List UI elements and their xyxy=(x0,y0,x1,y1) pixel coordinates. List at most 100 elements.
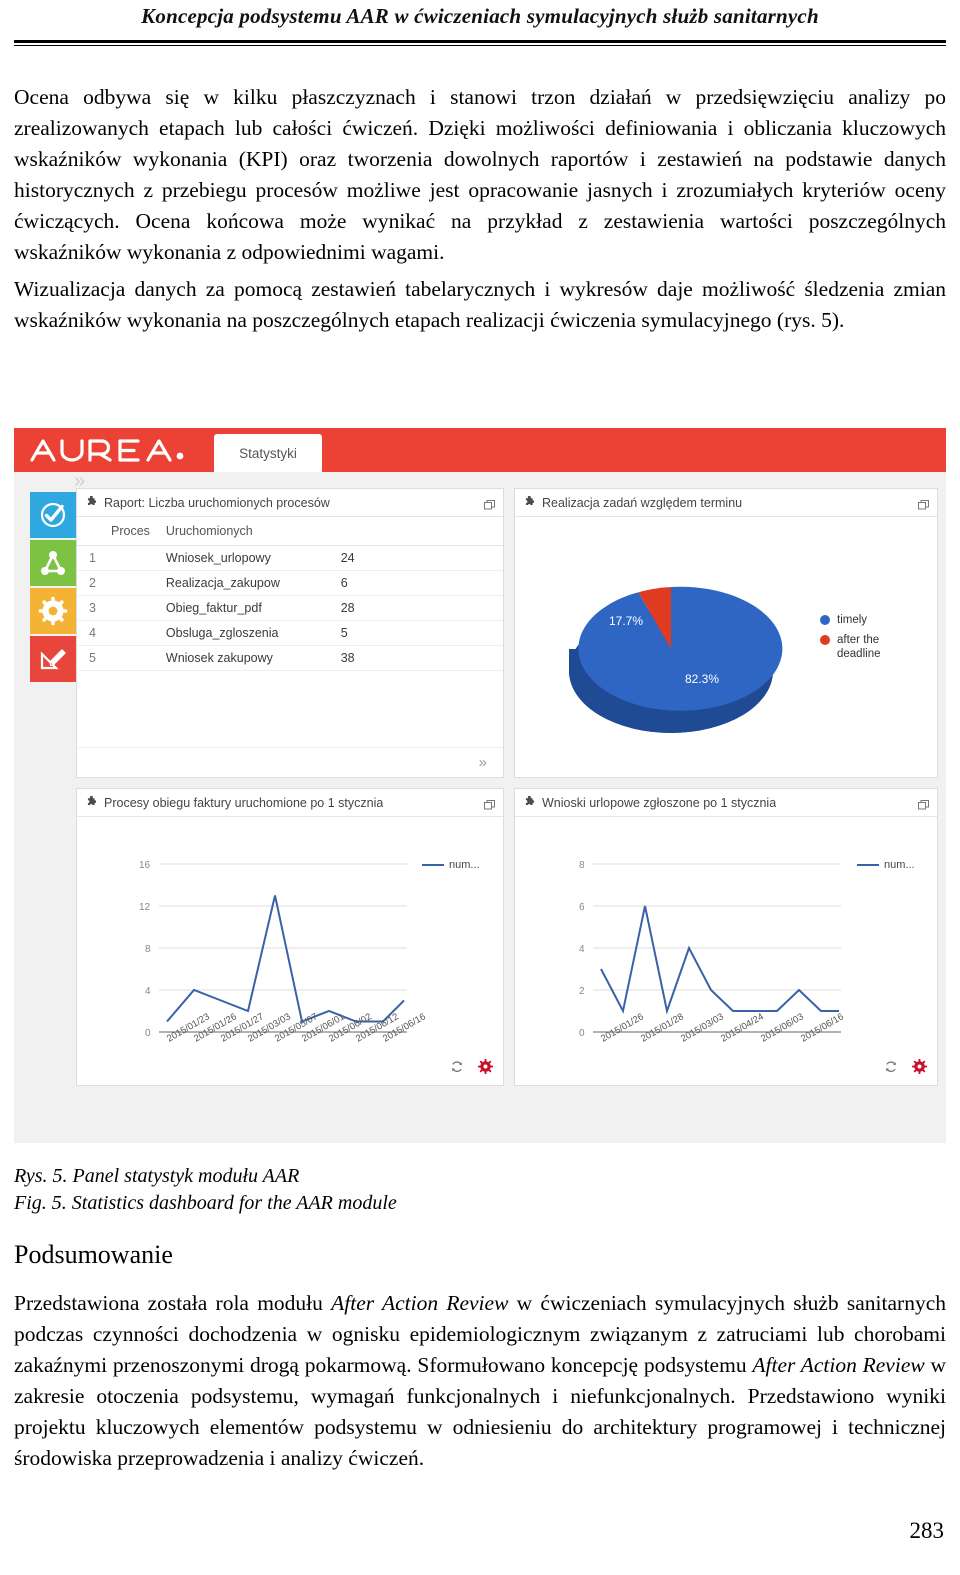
svg-text:0: 0 xyxy=(145,1028,151,1039)
settings-gear-icon xyxy=(38,596,68,626)
panel-body: 16 12 8 4 0 2015/01/23 2015/01/26 2015/0… xyxy=(77,817,503,1085)
legend-swatch-blue xyxy=(820,615,830,625)
svg-text:0: 0 xyxy=(579,1028,585,1039)
panel-pie-chart: Realizacja zadań względem terminu 17.7% … xyxy=(514,488,938,778)
svg-text:4: 4 xyxy=(579,944,585,955)
settings-gear-icon[interactable] xyxy=(477,1058,494,1079)
caption-pl: Rys. 5. Panel statystyk modułu AAR xyxy=(14,1165,300,1187)
column-header-spacer xyxy=(330,517,503,546)
pie-label-red: 17.7% xyxy=(609,614,643,628)
aurea-dashboard: Statystyki » Raport: Liczba uruchomionyc… xyxy=(14,428,946,1143)
svg-text:8: 8 xyxy=(579,860,585,871)
panel-header: Realizacja zadań względem terminu xyxy=(515,489,937,517)
column-header-proces: Proces xyxy=(77,517,156,546)
caption-en: Fig. 5. Statistics dashboard for the AAR… xyxy=(14,1192,397,1214)
svg-text:2015/01/26: 2015/01/26 xyxy=(599,1011,646,1044)
maximize-icon[interactable] xyxy=(484,497,495,510)
puzzle-piece-icon xyxy=(523,796,536,809)
panel-title: Raport: Liczba uruchomionych procesów xyxy=(104,495,330,510)
row-index: 4 xyxy=(77,620,156,646)
sidebar-item-processes[interactable] xyxy=(30,540,76,586)
pie-chart: 17.7% 82.3% timely after the deadline xyxy=(515,517,937,777)
panel-title: Procesy obiegu faktury uruchomione po 1 … xyxy=(104,795,384,810)
figure-5: Statystyki » Raport: Liczba uruchomionyc… xyxy=(14,428,946,1143)
cell-proces: Obsluga_zgloszenia xyxy=(155,620,331,646)
refresh-icon[interactable] xyxy=(884,1060,898,1079)
puzzle-piece-icon xyxy=(85,796,98,809)
paragraph-2: Wizualizacja danych za pomocą zestawień … xyxy=(14,277,946,332)
sidebar-collapse-icon[interactable]: » xyxy=(74,471,85,491)
running-head: Koncepcja podsystemu AAR w ćwiczeniach s… xyxy=(0,4,960,29)
tasks-check-icon xyxy=(38,500,68,530)
row-index: 1 xyxy=(77,545,156,571)
header-rule-thin xyxy=(14,45,946,46)
table-row[interactable]: 4 Obsluga_zgloszenia 5 xyxy=(77,620,503,646)
panel-header: Raport: Liczba uruchomionych procesów xyxy=(77,489,503,517)
svg-text:6: 6 xyxy=(579,902,585,913)
svg-text:2015/03/03: 2015/03/03 xyxy=(679,1011,726,1044)
body-content: Ocena odbywa się w kilku płaszczyznach i… xyxy=(14,82,946,342)
line-chart-invoices: 16 12 8 4 0 2015/01/23 2015/01/26 2015/0… xyxy=(139,860,428,1045)
expand-chevron-icon[interactable]: » xyxy=(479,754,487,771)
legend-line-swatch xyxy=(857,864,879,866)
settings-gear-icon[interactable] xyxy=(911,1058,928,1079)
puzzle-piece-icon xyxy=(523,496,536,509)
panel-body: 17.7% 82.3% timely after the deadline xyxy=(515,517,937,777)
maximize-icon[interactable] xyxy=(484,797,495,810)
legend-label: num... xyxy=(449,859,480,871)
panel-title: Realizacja zadań względem terminu xyxy=(542,495,743,510)
sidebar-item-design[interactable] xyxy=(30,636,76,682)
tab-statystyki[interactable]: Statystyki xyxy=(214,434,322,472)
summary-term-2: After Action Review xyxy=(752,1353,925,1377)
row-index: 3 xyxy=(77,595,156,621)
panel-report-table: Raport: Liczba uruchomionych procesów Pr… xyxy=(76,488,504,778)
legend-label: num... xyxy=(884,859,915,871)
app-sidebar: » xyxy=(24,471,85,712)
svg-text:8: 8 xyxy=(145,944,151,955)
legend-item-timely: timely xyxy=(820,613,911,627)
table-footer: » xyxy=(77,747,503,777)
report-table: Proces Uruchomionych 1 Wniosek_urlopowy … xyxy=(77,517,503,671)
pie-legend: timely after the deadline xyxy=(820,613,911,667)
svg-text:4: 4 xyxy=(145,986,151,997)
cell-uruchomionych: 28 xyxy=(330,595,503,621)
legend-label: after the deadline xyxy=(837,634,881,660)
table-row[interactable]: 2 Realizacja_zakupow 6 xyxy=(77,570,503,596)
legend-swatch-red xyxy=(820,635,830,645)
sidebar-item-settings[interactable] xyxy=(30,588,76,634)
maximize-icon[interactable] xyxy=(918,497,929,510)
section-heading: Podsumowanie xyxy=(14,1240,173,1269)
panel-header: Wnioski urlopowe zgłoszone po 1 stycznia xyxy=(515,789,937,817)
maximize-icon[interactable] xyxy=(918,797,929,810)
legend-label: timely xyxy=(837,614,868,626)
cell-uruchomionych: 38 xyxy=(330,645,503,671)
document-page: Koncepcja podsystemu AAR w ćwiczeniach s… xyxy=(0,0,960,1575)
app-topbar: Statystyki xyxy=(14,428,946,472)
sidebar-item-tasks[interactable] xyxy=(30,492,76,538)
svg-text:12: 12 xyxy=(139,902,151,913)
puzzle-piece-icon xyxy=(85,496,98,509)
page-number: 283 xyxy=(909,1518,945,1543)
pie-label-blue: 82.3% xyxy=(685,672,719,686)
legend-line-swatch xyxy=(422,864,444,866)
cell-proces: Wniosek zakupowy xyxy=(155,645,331,671)
table-row[interactable]: 5 Wniosek zakupowy 38 xyxy=(77,645,503,671)
paragraph-1: Ocena odbywa się w kilku płaszczyznach i… xyxy=(14,85,946,264)
panel-body: 8 6 4 2 0 2015/01/26 2015/01/28 2015/03/… xyxy=(515,817,937,1085)
refresh-icon[interactable] xyxy=(450,1060,464,1079)
column-header-uruchomionych: Uruchomionych xyxy=(155,517,331,546)
svg-text:16: 16 xyxy=(139,860,151,871)
panel-footer xyxy=(450,1058,494,1079)
line-chart-leaves: 8 6 4 2 0 2015/01/26 2015/01/28 2015/03/… xyxy=(579,860,846,1045)
panel-line-leaves: Wnioski urlopowe zgłoszone po 1 stycznia… xyxy=(514,788,938,1086)
header-rule-thick xyxy=(14,40,946,43)
cell-uruchomionych: 24 xyxy=(330,545,503,571)
aurea-logo-icon xyxy=(28,434,208,466)
table-row[interactable]: 1 Wniosek_urlopowy 24 xyxy=(77,545,503,571)
svg-text:2015/01/28: 2015/01/28 xyxy=(639,1011,686,1044)
process-nodes-icon xyxy=(38,548,68,578)
table-row[interactable]: 3 Obieg_faktur_pdf 28 xyxy=(77,595,503,621)
chart-legend-invoices: num... xyxy=(422,859,480,871)
panel-line-invoices: Procesy obiegu faktury uruchomione po 1 … xyxy=(76,788,504,1086)
panel-footer xyxy=(884,1058,928,1079)
